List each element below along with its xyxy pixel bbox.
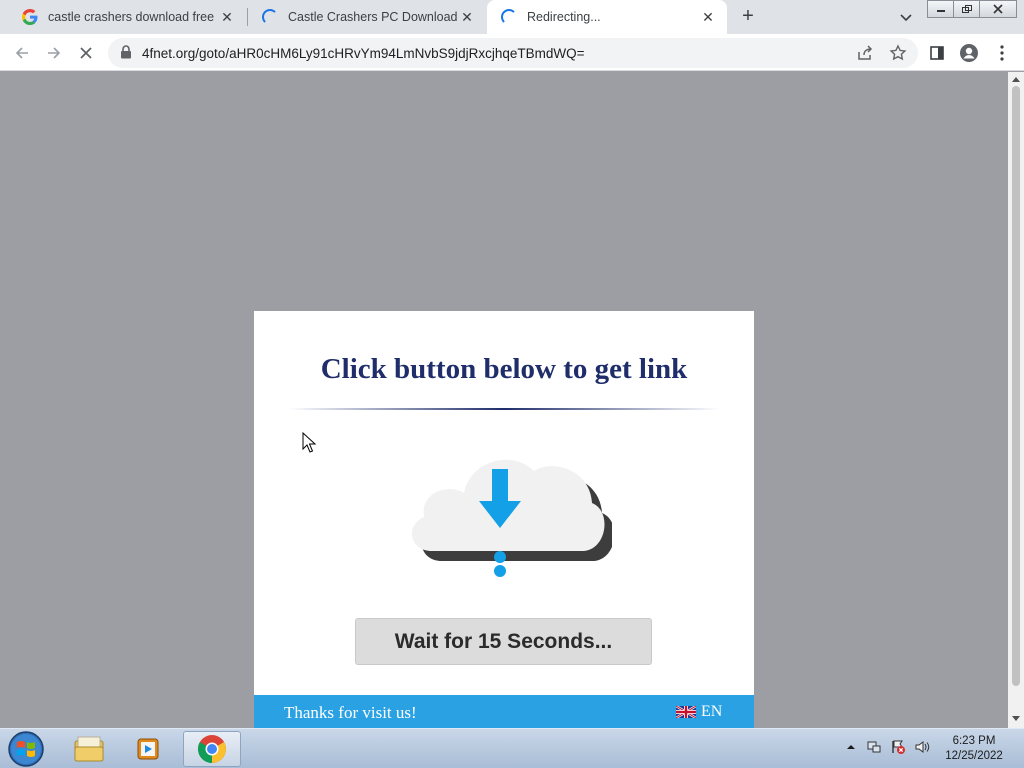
card-footer: Thanks for visit us! EN bbox=[254, 695, 754, 728]
language-selector[interactable]: EN bbox=[676, 703, 722, 721]
media-player-icon bbox=[137, 738, 159, 760]
tab-castle-crashers[interactable]: Castle Crashers PC Download (v2 ✕ bbox=[248, 0, 486, 34]
footer-thanks-text: Thanks for visit us! bbox=[284, 703, 417, 722]
bookmark-star-icon[interactable] bbox=[889, 44, 907, 62]
profile-button[interactable] bbox=[958, 42, 980, 64]
tab-redirecting[interactable]: Redirecting... ✕ bbox=[487, 0, 727, 34]
page-viewport: Click button below to get link Wait for … bbox=[0, 72, 1008, 728]
wait-countdown-button[interactable]: Wait for 15 Seconds... bbox=[355, 618, 652, 665]
tab-title: castle crashers download free pc bbox=[48, 10, 218, 24]
back-button[interactable] bbox=[11, 42, 33, 64]
tab-title: Castle Crashers PC Download (v2 bbox=[288, 10, 458, 24]
language-label: EN bbox=[701, 703, 723, 720]
clock-date: 12/25/2022 bbox=[945, 750, 1003, 762]
action-center-flag-icon[interactable] bbox=[890, 739, 906, 755]
taskbar-chrome[interactable] bbox=[183, 731, 241, 767]
start-button-windows-icon[interactable] bbox=[6, 730, 46, 768]
system-clock[interactable]: 6:23 PM 12/25/2022 bbox=[938, 734, 1010, 764]
side-panel-button[interactable] bbox=[926, 42, 948, 64]
close-tab-icon[interactable]: ✕ bbox=[699, 8, 717, 26]
side-panel-icon bbox=[930, 46, 944, 60]
close-icon bbox=[993, 4, 1003, 14]
back-arrow-icon bbox=[15, 47, 28, 59]
address-bar[interactable]: 4fnet.org/goto/aHR0cHM6Ly91cHRvYm94LmNvb… bbox=[108, 38, 918, 68]
google-g-icon bbox=[22, 9, 38, 25]
folder-icon bbox=[74, 736, 104, 762]
restore-button[interactable] bbox=[953, 0, 981, 18]
uk-flag-icon bbox=[676, 706, 696, 718]
tab-title: Redirecting... bbox=[527, 10, 601, 24]
mouse-cursor-icon bbox=[302, 432, 317, 453]
tab-strip: castle crashers download free pc ✕ Castl… bbox=[0, 0, 1024, 34]
scroll-up-arrow-icon[interactable] bbox=[1012, 77, 1020, 82]
new-tab-button[interactable]: + bbox=[737, 6, 759, 28]
browser-toolbar: 4fnet.org/goto/aHR0cHM6Ly91cHRvYm94LmNvb… bbox=[0, 34, 1024, 71]
minimize-button[interactable] bbox=[927, 0, 955, 18]
tab-search-chevron-icon[interactable] bbox=[896, 7, 916, 27]
heading-divider bbox=[288, 408, 720, 410]
clock-time: 6:23 PM bbox=[952, 735, 996, 747]
windows-taskbar: 6:23 PM 12/25/2022 bbox=[0, 728, 1024, 768]
show-hidden-icons-arrow-icon[interactable] bbox=[843, 739, 859, 755]
restore-icon bbox=[962, 5, 972, 13]
close-tab-icon[interactable]: ✕ bbox=[458, 8, 476, 26]
vertical-scrollbar[interactable] bbox=[1008, 72, 1024, 728]
loading-icon bbox=[501, 9, 517, 25]
avatar-icon bbox=[960, 44, 978, 62]
lock-icon[interactable] bbox=[120, 45, 132, 59]
loading-icon bbox=[262, 9, 278, 25]
forward-arrow-icon bbox=[48, 47, 61, 59]
redirect-card: Click button below to get link Wait for … bbox=[254, 311, 754, 728]
scroll-thumb[interactable] bbox=[1012, 86, 1020, 686]
stop-x-icon bbox=[80, 47, 92, 59]
menu-button[interactable] bbox=[991, 42, 1013, 64]
stop-loading-button[interactable] bbox=[75, 42, 97, 64]
close-window-button[interactable] bbox=[979, 0, 1017, 18]
taskbar-media-player[interactable] bbox=[120, 731, 178, 767]
share-icon[interactable] bbox=[856, 44, 874, 62]
cloud-download-icon bbox=[411, 459, 612, 577]
kebab-menu-icon bbox=[1000, 45, 1004, 61]
volume-icon[interactable] bbox=[914, 739, 930, 755]
forward-button[interactable] bbox=[43, 42, 65, 64]
network-icon[interactable] bbox=[866, 739, 882, 755]
minimize-icon bbox=[937, 10, 945, 12]
url-text[interactable]: 4fnet.org/goto/aHR0cHM6Ly91cHRvYm94LmNvb… bbox=[142, 46, 585, 61]
scroll-down-arrow-icon[interactable] bbox=[1012, 716, 1020, 721]
chrome-icon bbox=[198, 735, 226, 763]
close-tab-icon[interactable]: ✕ bbox=[218, 8, 236, 26]
tab-google-search[interactable]: castle crashers download free pc ✕ bbox=[8, 0, 246, 34]
page-heading: Click button below to get link bbox=[320, 353, 688, 385]
taskbar-file-explorer[interactable] bbox=[60, 731, 118, 767]
